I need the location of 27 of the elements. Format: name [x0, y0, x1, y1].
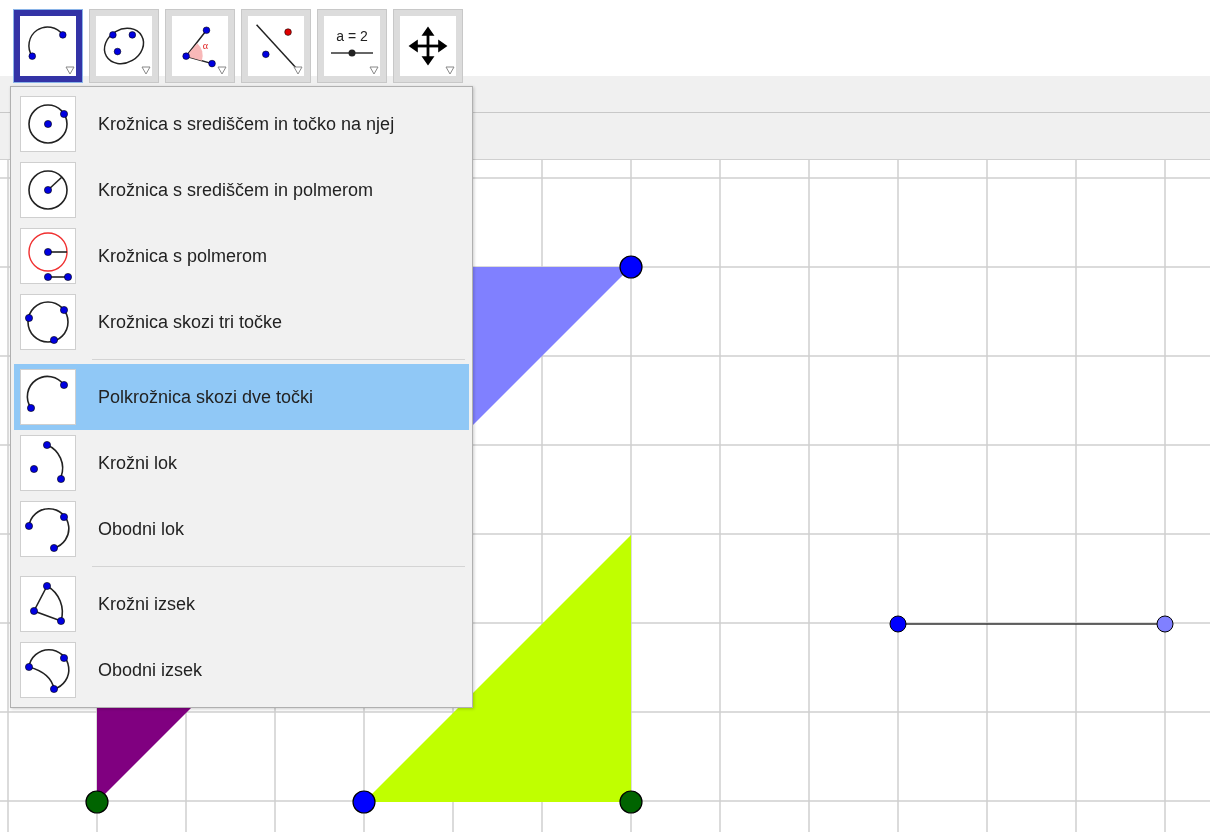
tool-button[interactable]: a = 2 — [318, 10, 386, 82]
menu-item[interactable]: Krožnica s središčem in polmerom — [14, 157, 469, 223]
circle-point-icon — [20, 96, 76, 152]
circle-radius-icon — [20, 162, 76, 218]
sector-three-points-icon — [20, 642, 76, 698]
menu-item[interactable]: Obodni izsek — [14, 637, 469, 703]
circle-segment-icon — [20, 228, 76, 284]
point[interactable] — [889, 615, 907, 633]
menu-item[interactable]: Krožnica skozi tri točke — [14, 289, 469, 355]
menu-item[interactable]: Obodni lok — [14, 496, 469, 562]
arc-icon — [20, 435, 76, 491]
tool-button[interactable] — [14, 10, 82, 82]
point[interactable] — [619, 790, 643, 814]
point[interactable] — [85, 790, 109, 814]
semicircle-icon — [20, 369, 76, 425]
point[interactable] — [1156, 615, 1174, 633]
menu-item[interactable]: Polkrožnica skozi dve točki — [14, 364, 469, 430]
menu-item[interactable]: Krožnica s polmerom — [14, 223, 469, 289]
menu-item[interactable]: Krožnica s središčem in točko na njej — [14, 91, 469, 157]
tool-button[interactable]: α — [166, 10, 234, 82]
circle-three-points-icon — [20, 294, 76, 350]
point[interactable] — [619, 255, 643, 279]
menu-item[interactable]: Krožni izsek — [14, 571, 469, 637]
point[interactable] — [352, 790, 376, 814]
sector-icon — [20, 576, 76, 632]
arc-three-points-icon — [20, 501, 76, 557]
menu-item[interactable]: Krožni lok — [14, 430, 469, 496]
